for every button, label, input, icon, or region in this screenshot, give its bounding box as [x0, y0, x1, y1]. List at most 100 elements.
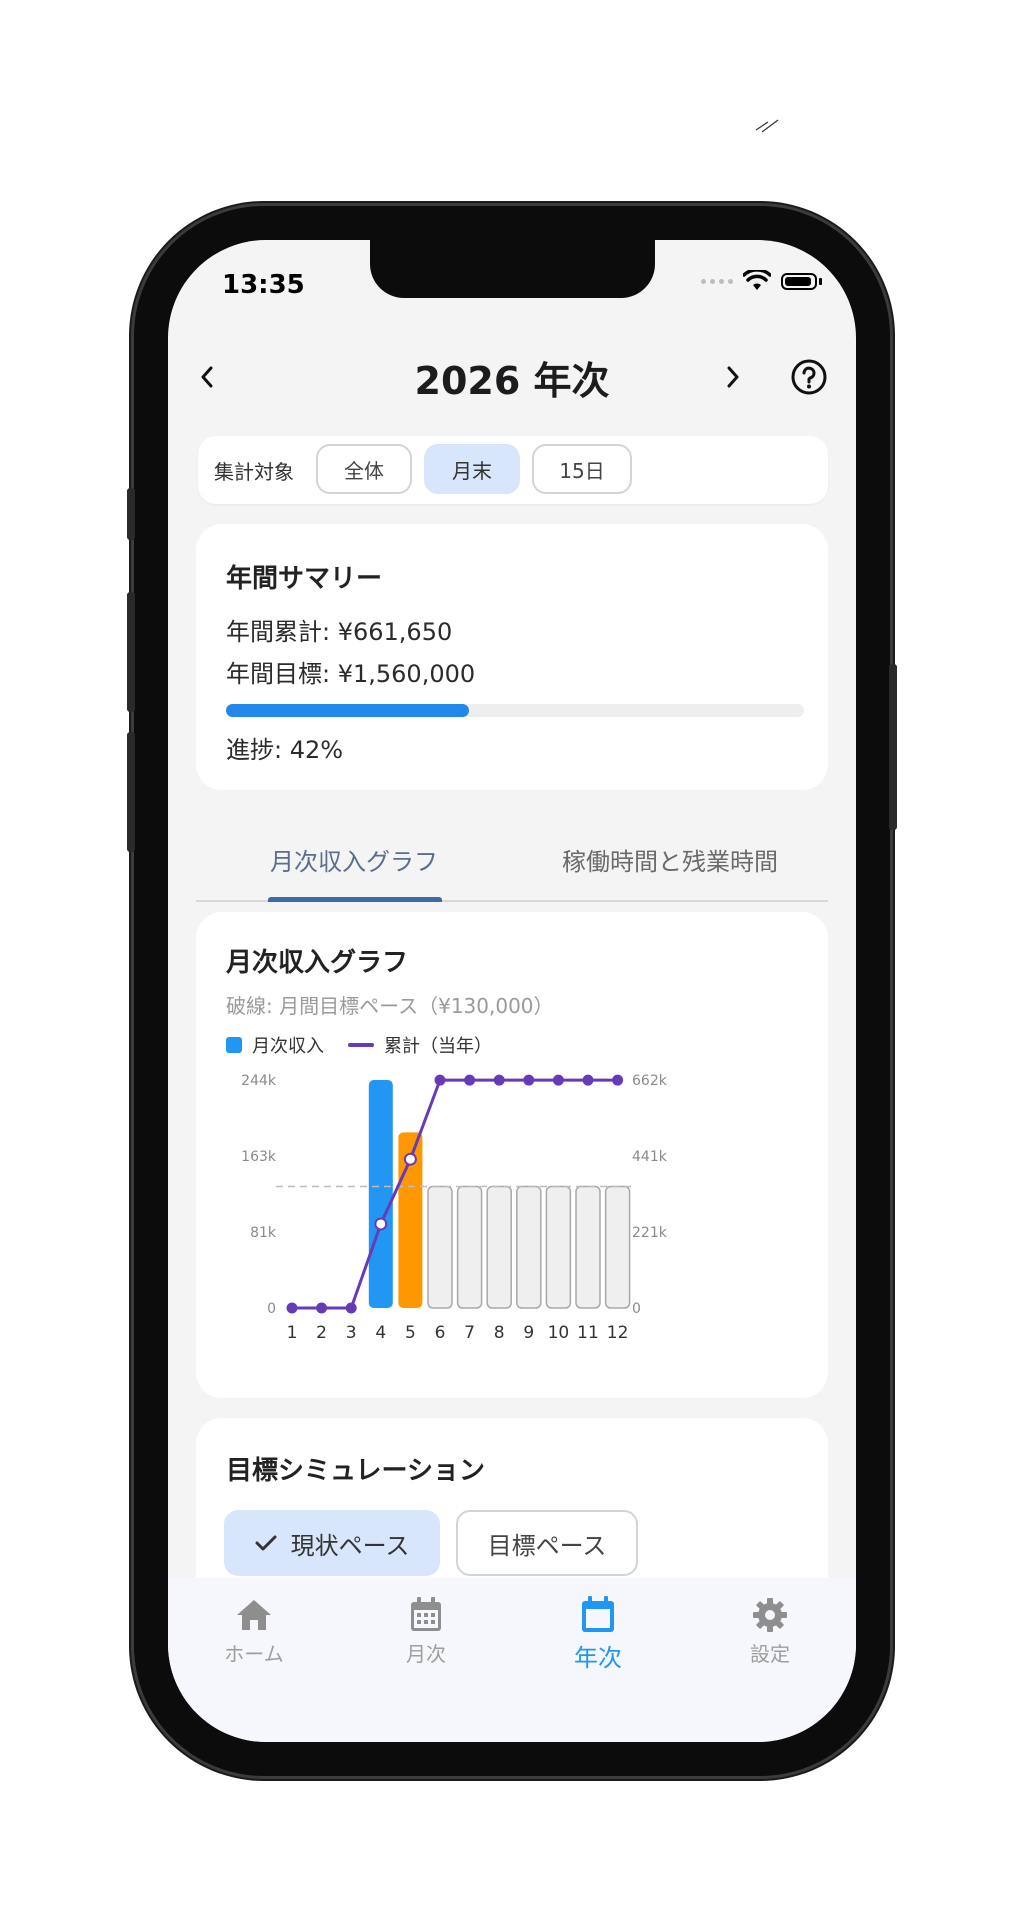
power-button [889, 664, 897, 830]
aggregation-filter: 集計対象 全体 月末 15日 [198, 436, 828, 504]
signal-dots-icon [701, 278, 733, 284]
bar-month-10 [545, 1185, 572, 1309]
cumulative-point-8 [493, 1074, 505, 1086]
target-pace-label: 目標ペース [487, 1531, 607, 1560]
battery-icon [781, 272, 817, 290]
right-tick-label: 0 [632, 1301, 641, 1317]
cumulative-point-7 [464, 1074, 476, 1086]
help-icon [791, 359, 827, 395]
cumulative-point-11 [582, 1074, 594, 1086]
notch [370, 240, 655, 298]
right-tick-label: 221k [632, 1225, 668, 1241]
monthly-income-chart: 081k163k244k0221k441k662k1 2 3 4 5 6 7 8 9 10 11 12 [241, 1073, 668, 1343]
monthly-income-chart-card: 月次収入グラフ 破線: 月間目標ペース（¥130,000） 月次収入 累計（当年… [196, 912, 828, 1398]
x-tick-label: 9 [523, 1323, 534, 1343]
cumulative-point-1 [286, 1302, 298, 1314]
x-tick-label: 8 [494, 1323, 505, 1343]
left-tick-label: 163k [241, 1149, 277, 1165]
volume-up-button [127, 592, 135, 712]
tab-monthly-income[interactable]: 月次収入グラフ [196, 842, 512, 877]
chart-subtitle: 破線: 月間目標ペース（¥130,000） [226, 994, 554, 1018]
legend-label-cumulative: 累計（当年） [384, 1036, 492, 1057]
check-icon [255, 1535, 277, 1551]
chevron-right-icon [727, 366, 739, 388]
wifi-icon [743, 270, 771, 290]
nav-settings[interactable]: 設定 [720, 1592, 820, 1667]
x-tick-label: 12 [607, 1323, 629, 1343]
bar-month-6 [427, 1185, 453, 1309]
status-time: 13:35 [222, 270, 305, 300]
tab-working-hours[interactable]: 稼働時間と残業時間 [512, 842, 828, 877]
chart-legend: 月次収入 累計（当年） [226, 1032, 492, 1058]
bar-month-11 [575, 1185, 601, 1309]
cumulative-point-5 [403, 1152, 417, 1166]
status-icons [701, 270, 822, 292]
nav-home-label: ホーム [224, 1642, 284, 1666]
annual-goal: 年間目標: ¥1,560,000 [226, 660, 476, 688]
screen: 13:35 2026 年次 集計対象 全体 月末 15日 年間サマリー 年間累計… [168, 240, 856, 1742]
x-tick-label: 2 [316, 1323, 327, 1343]
bar-month-8 [486, 1185, 512, 1309]
legend-swatch-cumulative [348, 1043, 374, 1047]
cumulative-point-12 [612, 1074, 624, 1086]
annual-total: 年間累計: ¥661,650 [226, 618, 453, 646]
mute-switch [127, 488, 135, 540]
left-tick-label: 244k [241, 1073, 277, 1089]
nav-annual[interactable]: 年次 [548, 1592, 648, 1673]
cumulative-point-9 [523, 1074, 535, 1086]
next-year-button[interactable] [710, 354, 756, 400]
bar-month-12 [604, 1185, 631, 1309]
calendar-icon [582, 1596, 614, 1632]
x-tick-label: 4 [375, 1323, 386, 1343]
chart-tabs: 月次収入グラフ 稼働時間と残業時間 [196, 820, 828, 902]
cumulative-point-4 [374, 1217, 388, 1231]
decorative-mark [755, 119, 779, 133]
x-tick-label: 11 [577, 1323, 599, 1343]
home-icon [237, 1600, 271, 1630]
battery-tip [819, 277, 822, 285]
x-tick-label: 7 [464, 1323, 475, 1343]
gear-icon [753, 1598, 787, 1632]
right-tick-label: 441k [632, 1149, 668, 1165]
cumulative-point-6 [434, 1074, 446, 1086]
nav-monthly[interactable]: 月次 [376, 1592, 476, 1667]
current-pace-button[interactable]: 現状ペース [224, 1510, 440, 1576]
bar-month-7 [456, 1185, 483, 1309]
progress-bar-fill [226, 704, 469, 717]
cumulative-point-2 [316, 1302, 328, 1314]
progress-text: 進捗: 42% [226, 736, 344, 764]
filter-chip-15th[interactable]: 15日 [532, 444, 632, 494]
filter-chip-month-end[interactable]: 月末 [424, 444, 520, 494]
x-tick-label: 3 [346, 1323, 357, 1343]
x-tick-label: 5 [405, 1323, 416, 1343]
annual-summary-card: 年間サマリー 年間累計: ¥661,650 年間目標: ¥1,560,000 進… [196, 524, 828, 790]
right-tick-label: 662k [632, 1073, 668, 1089]
x-tick-label: 6 [435, 1323, 446, 1343]
active-tab-indicator [268, 897, 442, 902]
volume-down-button [127, 732, 135, 852]
cumulative-point-10 [552, 1074, 564, 1086]
help-button[interactable] [786, 354, 832, 400]
nav-home[interactable]: ホーム [204, 1592, 304, 1667]
bar-month-9 [516, 1185, 542, 1309]
legend-label-monthly: 月次収入 [252, 1036, 324, 1057]
summary-title: 年間サマリー [226, 564, 383, 594]
bottom-nav: ホーム 月次 年次 設定 [168, 1578, 856, 1742]
filter-chip-all[interactable]: 全体 [316, 444, 412, 494]
progress-bar [226, 704, 804, 717]
simulation-title: 目標シミュレーション [226, 1456, 485, 1486]
filter-label: 集計対象 [214, 460, 294, 484]
x-tick-label: 10 [548, 1323, 570, 1343]
nav-annual-label: 年次 [574, 1644, 622, 1672]
nav-settings-label: 設定 [750, 1642, 790, 1666]
x-tick-label: 1 [287, 1323, 298, 1343]
cumulative-point-3 [345, 1302, 357, 1314]
target-pace-button[interactable]: 目標ペース [456, 1510, 638, 1576]
legend-swatch-monthly [226, 1037, 242, 1053]
header: 2026 年次 [168, 340, 856, 414]
nav-monthly-label: 月次 [406, 1642, 446, 1666]
current-pace-label: 現状ペース [290, 1531, 410, 1560]
bar-month-4 [368, 1080, 393, 1308]
left-tick-label: 81k [250, 1225, 277, 1241]
chart-card-title: 月次収入グラフ [226, 948, 409, 978]
